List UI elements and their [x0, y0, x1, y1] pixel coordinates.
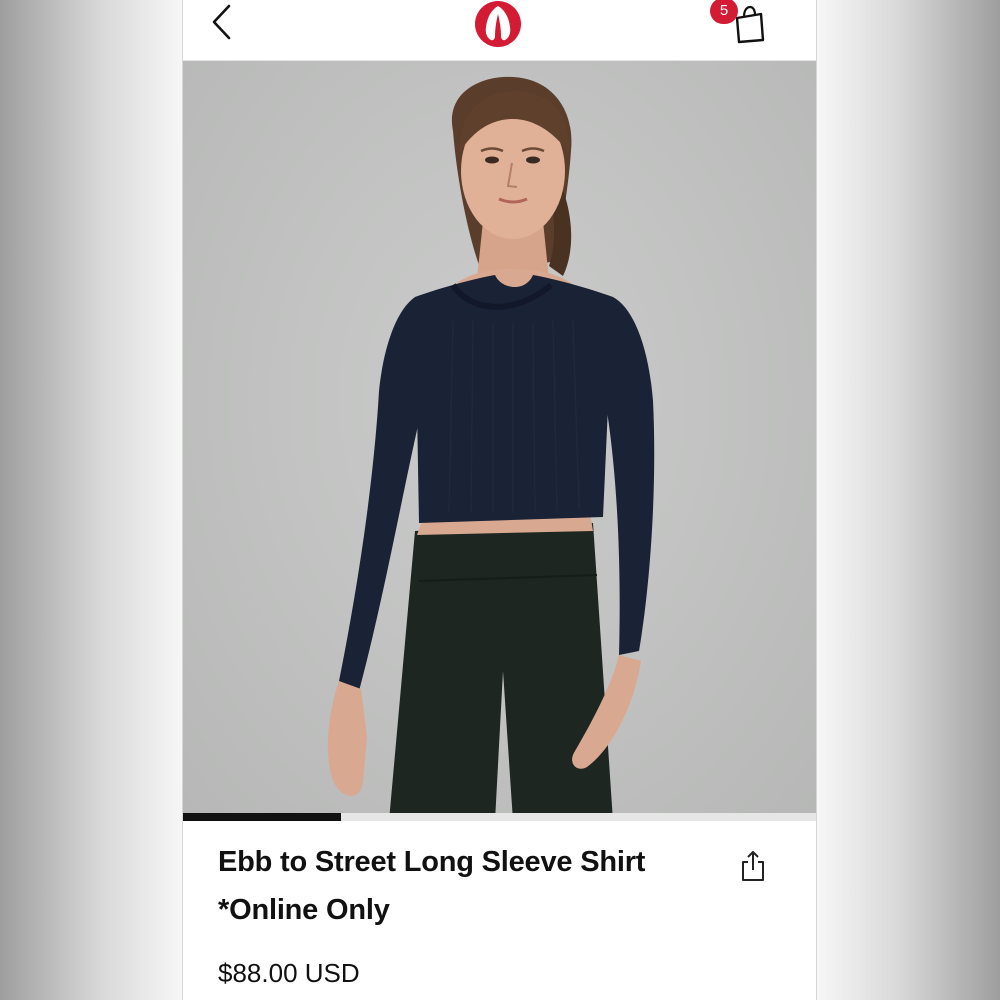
product-price: $88.00 USD	[218, 958, 360, 988]
product-image[interactable]	[183, 61, 816, 813]
product-title-line-2: *Online Only	[218, 894, 390, 926]
share-icon	[742, 851, 764, 881]
product-title-line-1: Ebb to Street Long Sleeve Shirt	[218, 846, 646, 878]
phone-screen: 5 Ebb to Street Long Sleeve Shirt *Onlin…	[183, 0, 816, 1000]
model-wearing-shirt-illustration	[327, 76, 655, 813]
product-title: Ebb to Street Long Sleeve Shirt *Online …	[218, 838, 698, 934]
screenshot-frame: 5 Ebb to Street Long Sleeve Shirt *Onlin…	[0, 0, 1000, 1000]
lululemon-logo-icon[interactable]	[474, 0, 522, 48]
chevron-left-icon	[212, 4, 231, 40]
top-navigation-bar: 5	[183, 0, 816, 61]
image-carousel-progress	[183, 813, 816, 821]
carousel-progress-fill	[183, 813, 342, 821]
share-button[interactable]	[739, 849, 767, 883]
back-button[interactable]	[205, 2, 241, 42]
cart-count-badge: 5	[710, 0, 738, 24]
